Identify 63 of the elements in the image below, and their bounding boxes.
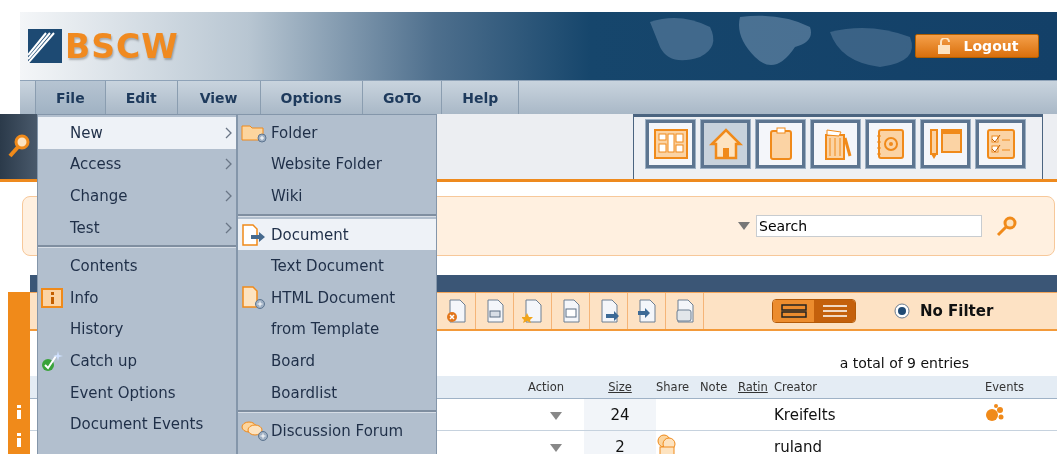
dropdown-caret-icon bbox=[550, 411, 562, 420]
table-cell: 2 bbox=[584, 431, 656, 454]
display-mode-button[interactable] bbox=[814, 300, 855, 322]
logo-icon bbox=[28, 29, 62, 63]
filter-label: No Filter bbox=[920, 302, 994, 320]
folder-add-icon bbox=[241, 122, 267, 143]
menu-item[interactable]: HTML Document bbox=[238, 281, 436, 314]
column-header: Events bbox=[985, 380, 1025, 394]
view-tab[interactable] bbox=[756, 120, 805, 168]
table-cell-text: ruland bbox=[774, 437, 824, 454]
menu-item[interactable]: Discussion Forum bbox=[238, 415, 436, 447]
menu-item[interactable]: New bbox=[38, 117, 236, 149]
column-header: Creator bbox=[774, 380, 818, 394]
view-tab[interactable] bbox=[976, 120, 1025, 168]
document-arrow-icon bbox=[241, 223, 267, 246]
import-icon bbox=[635, 299, 658, 323]
menu-item[interactable]: Access bbox=[38, 148, 236, 181]
document-add-icon bbox=[241, 285, 267, 310]
menu-item[interactable]: Document Events bbox=[38, 408, 236, 440]
menu-item[interactable]: Document bbox=[238, 218, 436, 251]
view-tab[interactable] bbox=[701, 120, 750, 168]
view-tab[interactable] bbox=[866, 120, 915, 168]
menu-item[interactable]: Catch up bbox=[38, 345, 236, 377]
info-icon bbox=[41, 287, 63, 308]
menu-item[interactable]: from Template bbox=[238, 313, 436, 346]
menu-item[interactable]: Board bbox=[238, 345, 436, 377]
column-header: Share bbox=[656, 380, 691, 394]
table-cell-text: Kreifelts bbox=[774, 405, 837, 424]
search-icon bbox=[996, 215, 1018, 237]
logo-text: BSCW bbox=[65, 26, 179, 66]
dropdown-caret-icon bbox=[738, 222, 750, 230]
info-icon bbox=[15, 433, 23, 447]
rate-document-icon bbox=[521, 299, 544, 323]
board-icon bbox=[651, 126, 690, 162]
menu-item[interactable]: Change bbox=[38, 180, 236, 212]
rows-icon bbox=[780, 304, 807, 318]
menu-item[interactable]: Event Options bbox=[38, 376, 236, 409]
menu-item[interactable]: Text Document bbox=[238, 250, 436, 282]
entry-count: a total of 9 entries bbox=[839, 355, 969, 371]
menu-item[interactable]: Boardlist bbox=[238, 376, 436, 409]
view-tab[interactable] bbox=[646, 120, 695, 168]
list-icon bbox=[821, 304, 848, 318]
table-cell: 24 bbox=[584, 399, 656, 430]
display-mode-button[interactable] bbox=[773, 300, 814, 322]
delete-document-icon bbox=[445, 299, 468, 323]
info-icon bbox=[15, 405, 23, 419]
menu-bar-item[interactable]: File bbox=[36, 81, 106, 114]
menu-item[interactable]: Folder bbox=[238, 117, 436, 149]
column-header[interactable]: Ratin bbox=[738, 380, 774, 394]
discussion-add-icon bbox=[241, 420, 269, 443]
menu-item[interactable]: Contents bbox=[38, 250, 236, 282]
column-header: Note bbox=[700, 380, 729, 394]
search-field[interactable]: Search bbox=[756, 215, 982, 237]
menu-item[interactable]: Website Folder bbox=[238, 148, 436, 181]
column-header[interactable]: Size bbox=[584, 380, 656, 394]
column-header: Action bbox=[528, 380, 566, 394]
view-tab[interactable] bbox=[921, 120, 970, 168]
menu-item[interactable]: Info bbox=[38, 281, 236, 314]
dropdown-caret-icon bbox=[550, 443, 562, 452]
menu-item[interactable]: Test bbox=[38, 211, 236, 244]
menu-item[interactable]: Wiki bbox=[238, 180, 436, 212]
view-tab[interactable] bbox=[811, 120, 860, 168]
menu-item[interactable]: History bbox=[38, 313, 236, 346]
